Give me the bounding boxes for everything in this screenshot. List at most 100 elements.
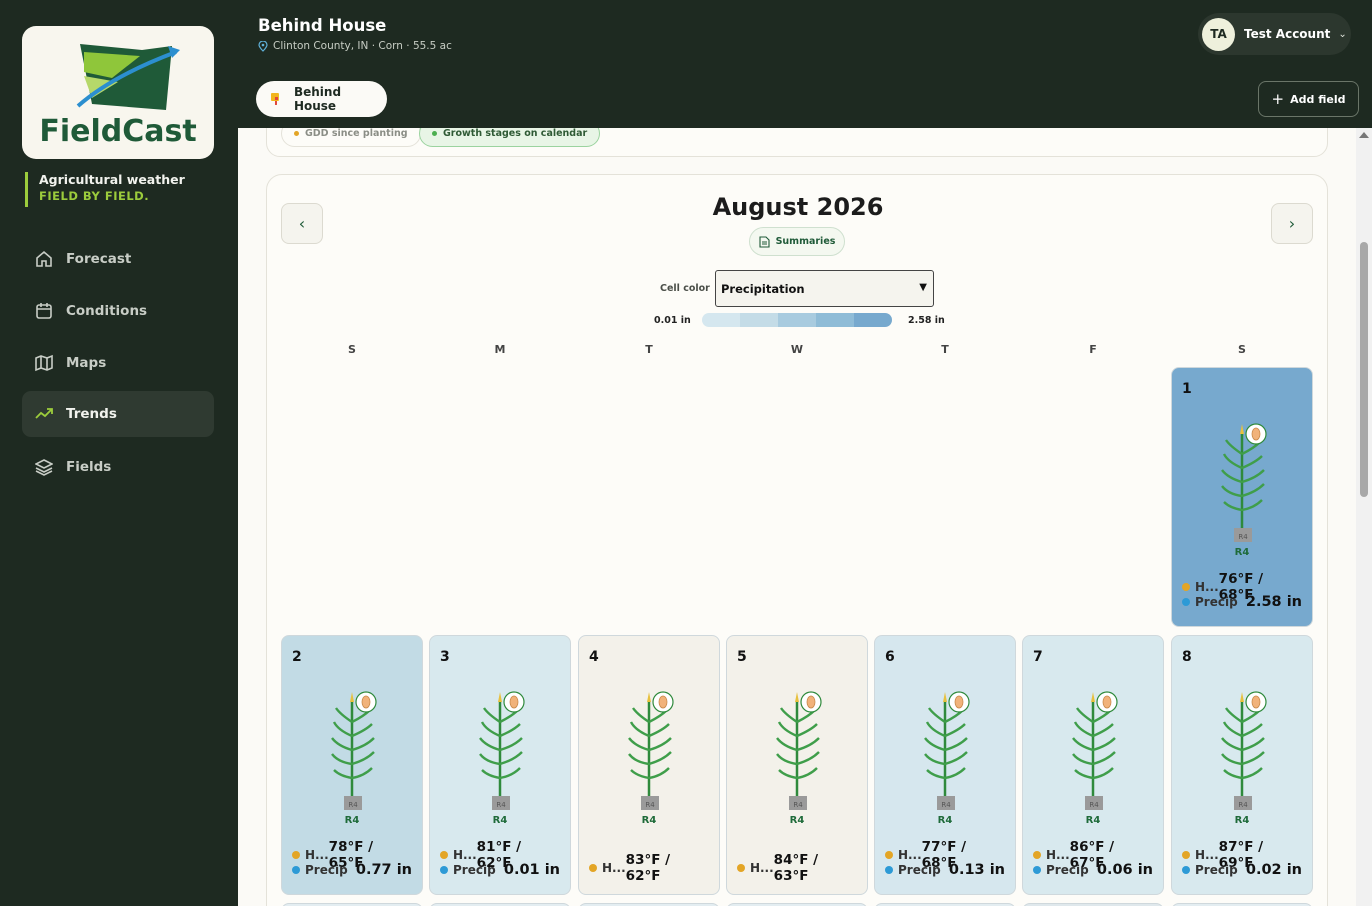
day-number: 3 xyxy=(440,649,450,665)
temperature-label: H... xyxy=(304,848,329,862)
corn-plant-icon: R4 xyxy=(476,688,526,812)
month-title: August 2026 xyxy=(712,193,884,221)
calendar-day[interactable]: 6 R4 R4 H... 77°F / 68°F Precip 0.13 in xyxy=(874,635,1016,895)
calendar-day[interactable]: 7 R4 R4 H... 86°F / 67°F Precip 0.06 in xyxy=(1022,635,1164,895)
calendar-day[interactable]: 3 R4 R4 H... 81°F / 62°F Precip 0.01 in xyxy=(429,635,571,895)
precip-dot xyxy=(1033,866,1041,874)
svg-text:R4: R4 xyxy=(1238,801,1248,809)
calendar-card: ‹ August 2026 › Summaries Cell color Pre… xyxy=(266,174,1328,906)
weekday-label: S xyxy=(1238,343,1246,356)
options-card: GDD since planting Growth stages on cale… xyxy=(266,128,1328,157)
day-number: 2 xyxy=(292,649,302,665)
temperature-label: H... xyxy=(1194,848,1219,862)
temperature-label: H... xyxy=(1194,580,1219,594)
tagline-line-1: Agricultural weather xyxy=(39,172,185,187)
account-menu[interactable]: TA Test Account ⌄ xyxy=(1198,13,1351,55)
field-title: Behind House xyxy=(258,16,387,35)
plus-icon: + xyxy=(1271,90,1285,108)
day-number: 1 xyxy=(1182,381,1192,397)
temperature-value: 84°F / 63°F xyxy=(773,852,819,884)
location-pin-icon xyxy=(258,40,268,52)
sidebar-item-label: Trends xyxy=(66,406,117,422)
add-field-button[interactable]: + Add field xyxy=(1258,81,1359,117)
scroll-up-icon[interactable] xyxy=(1359,132,1369,138)
sidebar-item-maps[interactable]: Maps xyxy=(22,340,214,386)
growth-stage: R4 xyxy=(641,815,657,826)
temperature-value: 83°F / 62°F xyxy=(625,852,671,884)
precip-dot xyxy=(885,866,893,874)
growth-stage: R4 xyxy=(344,815,360,826)
next-month-button[interactable]: › xyxy=(1271,203,1313,244)
growth-stage: R4 xyxy=(937,815,953,826)
precip-row: Precip 2.58 in xyxy=(1182,594,1302,610)
add-field-label: Add field xyxy=(1290,92,1346,106)
growth-stage: R4 xyxy=(492,815,508,826)
svg-text:R4: R4 xyxy=(348,801,358,809)
gdd-chip[interactable]: GDD since planting xyxy=(281,128,421,147)
home-icon xyxy=(35,250,53,268)
header: Behind House Clinton County, IN · Corn ·… xyxy=(238,0,1372,128)
sidebar-item-conditions[interactable]: Conditions xyxy=(22,288,214,334)
summaries-label: Summaries xyxy=(775,236,836,247)
account-name: Test Account xyxy=(1244,27,1331,41)
calendar-day[interactable]: 1 R4 R4 H... 76°F / 68°F Precip 2.58 in xyxy=(1171,367,1313,627)
calendar-day[interactable]: 5 R4 R4 H... 84°F / 63°F xyxy=(726,635,868,895)
corn-plant-icon: R4 xyxy=(921,688,971,812)
map-icon xyxy=(35,354,53,372)
precip-value: 0.01 in xyxy=(503,862,560,878)
precip-label: Precip xyxy=(1046,863,1089,877)
logo[interactable]: FieldCast xyxy=(22,26,214,159)
precip-label: Precip xyxy=(305,863,348,877)
precip-label: Precip xyxy=(898,863,941,877)
document-icon xyxy=(759,235,770,248)
svg-text:R4: R4 xyxy=(793,801,803,809)
field-tab[interactable]: Behind House xyxy=(256,81,387,117)
sidebar-item-fields[interactable]: Fields xyxy=(22,444,214,490)
temperature-dot xyxy=(1182,583,1190,591)
growth-stages-chip-label: Growth stages on calendar xyxy=(443,128,588,139)
scrollbar[interactable] xyxy=(1356,128,1372,906)
calendar-day[interactable]: 8 R4 R4 H... 87°F / 69°F Precip 0.02 in xyxy=(1171,635,1313,895)
stages-dot xyxy=(432,131,437,136)
legend-swatch xyxy=(702,313,740,327)
sidebar-item-forecast[interactable]: Forecast xyxy=(22,236,214,282)
growth-stage: R4 xyxy=(1234,547,1250,558)
precip-dot xyxy=(440,866,448,874)
temperature-row: H... 83°F / 62°F xyxy=(589,852,709,884)
weekday-label: W xyxy=(790,343,804,356)
layers-icon xyxy=(35,458,53,476)
temperature-dot xyxy=(292,851,300,859)
tagline-line-2: FIELD BY FIELD. xyxy=(39,189,150,203)
corn-plant-icon: R4 xyxy=(773,688,823,812)
temperature-dot xyxy=(1033,851,1041,859)
trend-icon xyxy=(35,405,53,423)
precip-value: 0.13 in xyxy=(948,862,1005,878)
scroll-thumb[interactable] xyxy=(1360,242,1368,497)
cell-color-label: Cell color xyxy=(660,283,710,294)
day-number: 4 xyxy=(589,649,599,665)
legend-swatch xyxy=(778,313,816,327)
precip-row: Precip 0.13 in xyxy=(885,862,1005,878)
gdd-chip-label: GDD since planting xyxy=(305,128,408,139)
temperature-row: H... 84°F / 63°F xyxy=(737,852,857,884)
cell-color-value: Precipitation xyxy=(721,281,805,296)
calendar-day[interactable]: 4 R4 R4 H... 83°F / 62°F xyxy=(578,635,720,895)
temperature-dot xyxy=(737,864,745,872)
tagline: Agricultural weather FIELD BY FIELD. xyxy=(25,172,185,207)
calendar-icon xyxy=(35,302,53,320)
temperature-dot xyxy=(589,864,597,872)
sidebar-item-label: Forecast xyxy=(66,251,132,267)
calendar-day[interactable]: 2 R4 R4 H... 78°F / 65°F Precip 0.77 in xyxy=(281,635,423,895)
sidebar-item-trends[interactable]: Trends xyxy=(22,391,214,437)
field-subtitle: Clinton County, IN · Corn · 55.5 ac xyxy=(258,40,452,52)
avatar: TA xyxy=(1202,17,1235,51)
summaries-button[interactable]: Summaries xyxy=(749,227,845,256)
cell-color-select[interactable]: Precipitation ▼ xyxy=(715,270,934,307)
corn-plant-icon: R4 xyxy=(625,688,675,812)
legend-swatch xyxy=(854,313,892,327)
precip-dot xyxy=(1182,598,1190,606)
chevron-down-icon: ▼ xyxy=(919,282,927,293)
growth-stages-chip[interactable]: Growth stages on calendar xyxy=(419,128,601,147)
svg-text:R4: R4 xyxy=(645,801,655,809)
temperature-label: H... xyxy=(601,861,626,875)
